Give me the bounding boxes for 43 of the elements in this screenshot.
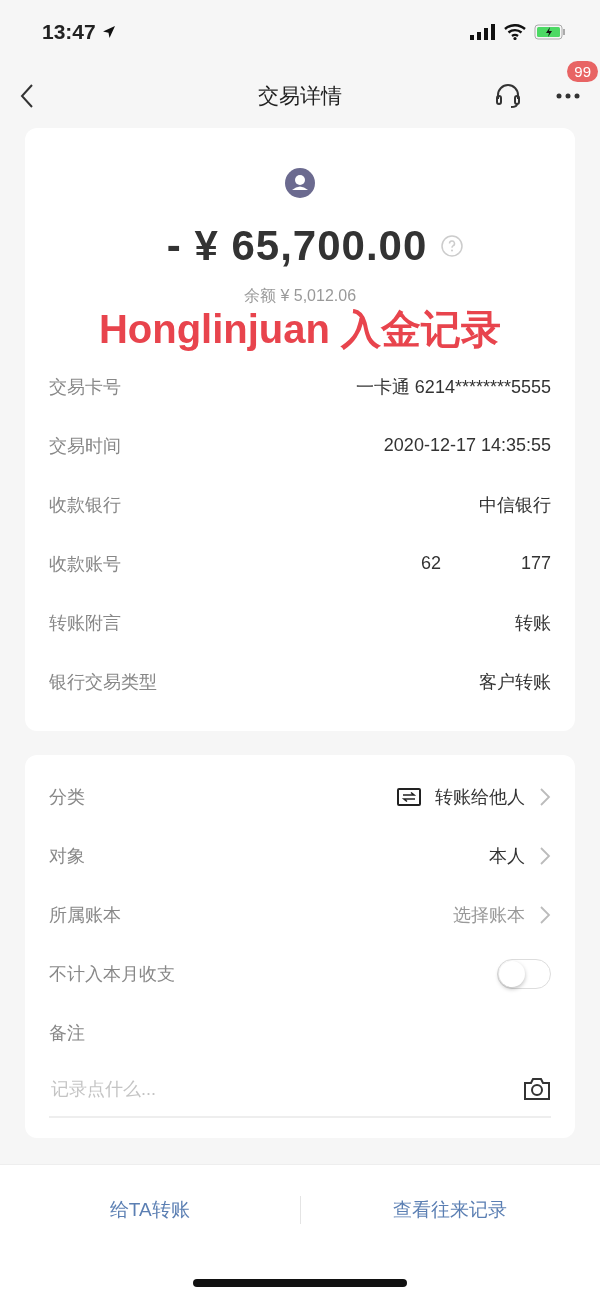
detail-label: 交易时间 <box>49 434 121 458</box>
headset-icon[interactable] <box>494 83 522 109</box>
page-title: 交易详情 <box>258 84 342 107</box>
setting-label: 分类 <box>49 785 85 809</box>
transfer-icon <box>397 787 421 806</box>
avatar-icon <box>285 168 315 198</box>
detail-value: 2020-12-17 14:35:55 <box>383 435 551 456</box>
balance: 余额 ¥ 5,012.06 <box>243 286 357 306</box>
notification-badge: 99 <box>567 61 598 82</box>
back-icon[interactable] <box>20 83 34 109</box>
setting-label: 不计入本月收支 <box>49 962 175 986</box>
wifi-icon <box>504 24 526 40</box>
camera-icon[interactable] <box>523 1077 551 1101</box>
detail-label: 收款银行 <box>49 493 121 517</box>
clock-time: 13:47 <box>42 20 96 44</box>
signal-icon <box>470 24 496 40</box>
setting-value[interactable]: 选择账本 <box>453 902 525 927</box>
detail-value: 中信银行 <box>479 493 551 517</box>
detail-label: 转账附言 <box>49 611 121 635</box>
more-icon[interactable] <box>556 93 580 99</box>
setting-value[interactable]: 本人 <box>489 843 525 868</box>
location-arrow-icon <box>101 25 116 39</box>
action-button[interactable]: 给TA转账 <box>0 1196 300 1224</box>
amount: - ¥ 65,700.00 <box>166 222 428 270</box>
setting-value[interactable]: 转账给他人 <box>435 784 525 809</box>
setting-label: 备注 <box>49 1021 85 1045</box>
chevron-icon <box>539 904 551 925</box>
detail-label: 收款账号 <box>49 552 121 576</box>
detail-label: 银行交易类型 <box>49 670 157 694</box>
detail-label: 交易卡号 <box>49 375 121 399</box>
battery-icon <box>534 24 566 40</box>
toggle-switch[interactable] <box>497 958 551 989</box>
chevron-icon <box>539 786 551 807</box>
action-button[interactable]: 查看往来记录 <box>300 1196 600 1224</box>
detail-value: 一卡通 6214********5555 <box>355 375 551 399</box>
chevron-icon <box>539 845 551 866</box>
setting-label: 对象 <box>49 844 85 868</box>
setting-label: 所属账本 <box>49 903 121 927</box>
detail-value: 177 <box>520 553 551 574</box>
annotation: Honglinjuan 入金记录 <box>98 307 502 351</box>
detail-value: 62 <box>420 553 441 574</box>
detail-value: 转账 <box>515 611 551 635</box>
detail-value: 客户转账 <box>479 670 551 694</box>
